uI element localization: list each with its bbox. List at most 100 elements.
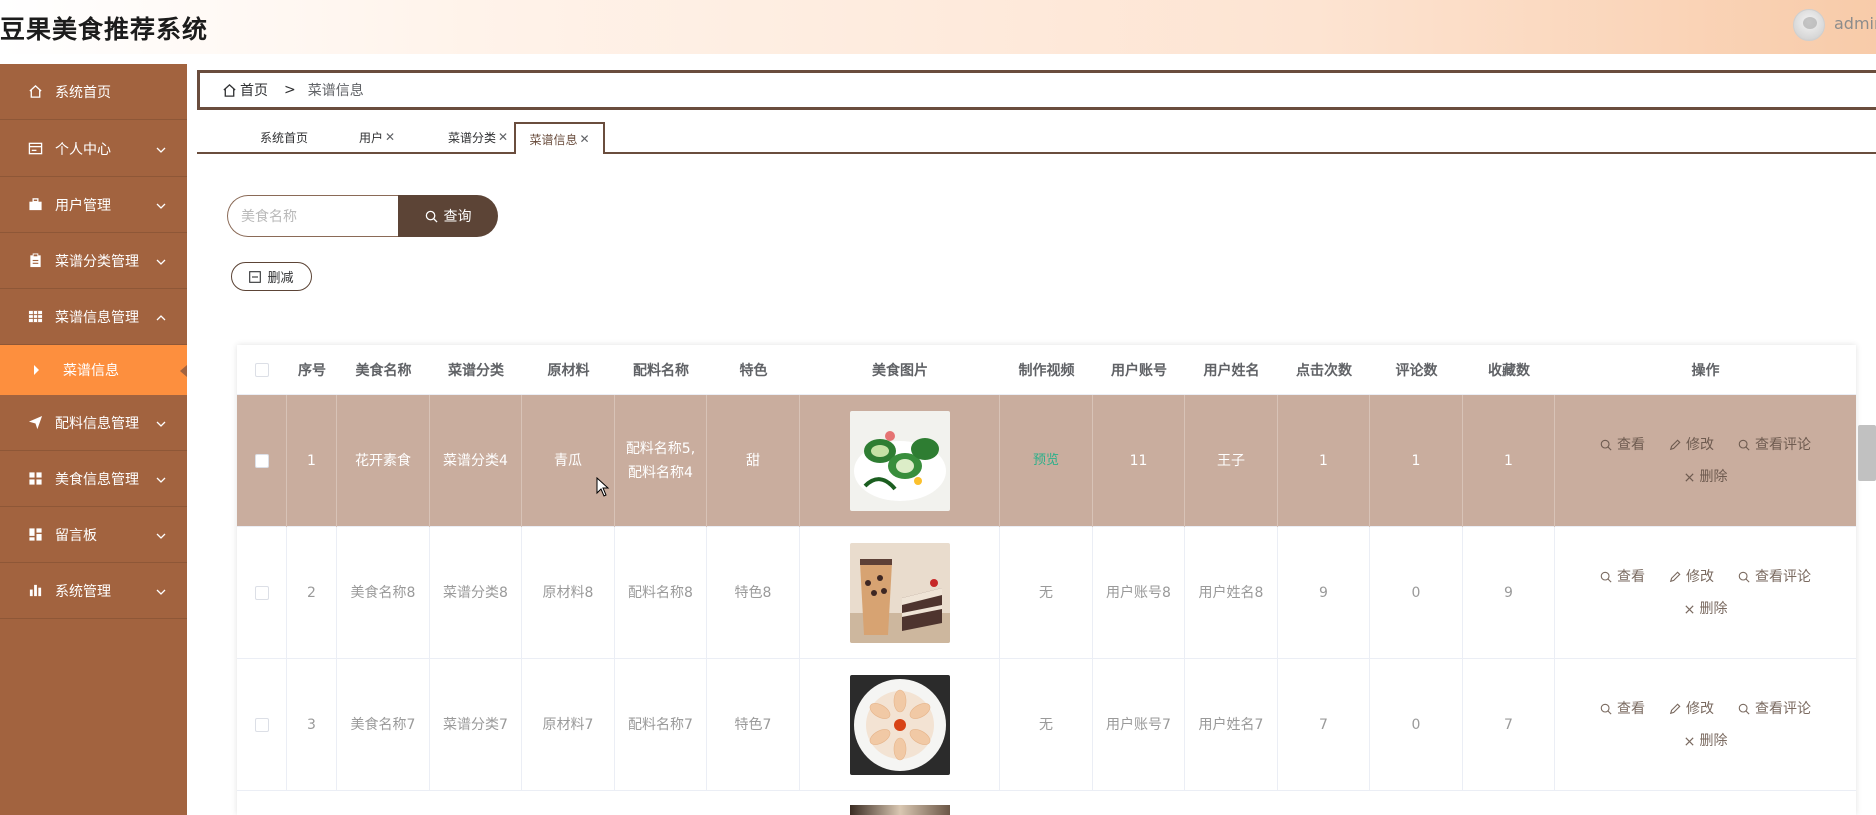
- view-comments-label: 查看评论: [1755, 569, 1811, 585]
- edit-button[interactable]: 修改: [1669, 697, 1714, 721]
- row-select-cell: [237, 527, 287, 659]
- video-preview-link[interactable]: 预览: [1033, 449, 1059, 473]
- active-indicator: [180, 365, 187, 377]
- sidebar-item-label: 美食信息管理: [55, 471, 139, 488]
- sidebar-item-food[interactable]: 美食信息管理: [0, 451, 187, 507]
- table-row[interactable]: 2 美食名称8 菜谱分类8 原材料8 配料名称8 特色8 无 用户账号8 用户姓…: [237, 527, 1856, 659]
- cell-clicks: 9: [1278, 527, 1370, 659]
- food-image[interactable]: [849, 543, 950, 643]
- sidebar-item-recipe-info[interactable]: 菜谱信息管理: [0, 289, 187, 345]
- minus-square-icon: [249, 270, 262, 283]
- tab-bar: 系统首页 用户 ✕ 菜谱分类 ✕ 菜谱信息 ✕: [197, 120, 1876, 154]
- chevron-down-icon: [156, 416, 166, 432]
- search-button[interactable]: 查询: [398, 195, 498, 237]
- delete-button[interactable]: 删除: [1684, 729, 1728, 753]
- sidebar-item-users[interactable]: 用户管理: [0, 177, 187, 233]
- sidebar-item-system[interactable]: 系统管理: [0, 563, 187, 619]
- sidebar-item-label: 系统首页: [55, 84, 111, 101]
- view-comments-label: 查看评论: [1755, 701, 1811, 717]
- food-image[interactable]: [849, 411, 950, 511]
- tab-users[interactable]: 用户 ✕: [345, 122, 409, 152]
- chevron-up-icon: [156, 310, 166, 326]
- search-icon: [1600, 703, 1612, 715]
- cell-category: 菜谱分类7: [430, 659, 522, 791]
- edit-icon: [1669, 439, 1681, 451]
- row-checkbox[interactable]: [254, 586, 269, 600]
- cell-actions: 查看 修改 查看评论 删除: [1555, 395, 1856, 527]
- row-checkbox[interactable]: [254, 718, 269, 732]
- cell-actions: 查看 修改 查看评论 删除: [1555, 527, 1856, 659]
- sidebar: 系统首页 个人中心 用户管理 菜谱分类管理 菜谱信息管理 菜谱信息 配料信息管理…: [0, 64, 187, 815]
- cell-ingredient: 青瓜: [522, 395, 615, 527]
- seasoning-line: 配料名称4: [628, 465, 693, 481]
- breadcrumb: 首页 > 菜谱信息: [197, 70, 1876, 110]
- sidebar-item-label: 用户管理: [55, 197, 111, 214]
- view-comments-button[interactable]: 查看评论: [1738, 697, 1811, 721]
- sidebar-item-messages[interactable]: 留言板: [0, 507, 187, 563]
- view-comments-button[interactable]: 查看评论: [1738, 565, 1811, 589]
- cell-comments: 1: [1370, 395, 1463, 527]
- view-comments-button[interactable]: 查看评论: [1738, 433, 1811, 457]
- tab-home[interactable]: 系统首页: [247, 122, 321, 152]
- close-icon[interactable]: ✕: [498, 130, 508, 144]
- cell-image: [800, 395, 1000, 527]
- batch-delete-button[interactable]: 删减: [231, 262, 312, 291]
- card-icon: [27, 141, 43, 157]
- cell-image: [800, 527, 1000, 659]
- view-label: 查看: [1617, 701, 1645, 717]
- column-header: 制作视频: [1018, 363, 1075, 379]
- scrollbar-thumb[interactable]: [1858, 425, 1876, 481]
- search-input[interactable]: 美食名称: [227, 195, 398, 237]
- cell-clicks: 1: [1278, 395, 1370, 527]
- breadcrumb-home[interactable]: 首页: [240, 80, 268, 100]
- cell-index: 3: [287, 659, 337, 791]
- column-header: 用户账号: [1111, 363, 1167, 379]
- chevron-down-icon: [156, 142, 166, 158]
- breadcrumb-current: 菜谱信息: [307, 83, 364, 99]
- view-button[interactable]: 查看: [1600, 433, 1645, 457]
- column-header: 原材料: [547, 363, 590, 379]
- username[interactable]: admin: [1834, 14, 1876, 33]
- search-icon: [1600, 439, 1612, 451]
- select-all-checkbox[interactable]: [255, 363, 269, 377]
- breadcrumb-separator: >: [284, 82, 296, 98]
- edit-button[interactable]: 修改: [1669, 565, 1714, 589]
- mouse-cursor-icon: [596, 476, 610, 501]
- cell-feature: 特色8: [707, 527, 800, 659]
- tab-recipe-info[interactable]: 菜谱信息 ✕: [514, 122, 605, 154]
- send-icon: [27, 415, 43, 431]
- edit-button[interactable]: 修改: [1669, 433, 1714, 457]
- tab-recipe-category[interactable]: 菜谱分类 ✕: [430, 122, 526, 152]
- avatar[interactable]: [1793, 9, 1825, 41]
- sidebar-item-recipe-category[interactable]: 菜谱分类管理: [0, 233, 187, 289]
- edit-label: 修改: [1686, 701, 1714, 717]
- table-row[interactable]: 3 美食名称7 菜谱分类7 原材料7 配料名称7 特色7 无 用户账号7 用户姓…: [237, 659, 1856, 791]
- dashboard-icon: [27, 527, 43, 543]
- edit-label: 修改: [1686, 569, 1714, 585]
- close-icon[interactable]: ✕: [385, 130, 395, 144]
- table-row[interactable]: 1 花开素食 菜谱分类4 青瓜 配料名称5, 配料名称4 甜 预览 11 王子 …: [237, 395, 1856, 527]
- column-header: 美食名称: [355, 363, 412, 379]
- tab-label: 菜谱信息: [529, 132, 578, 147]
- cell-feature: 甜: [707, 395, 800, 527]
- view-button[interactable]: 查看: [1600, 697, 1645, 721]
- home-icon[interactable]: [222, 83, 237, 98]
- cell-index: 2: [287, 527, 337, 659]
- row-checkbox[interactable]: [254, 454, 269, 468]
- cell-food-name: 花开素食: [337, 395, 430, 527]
- sidebar-item-home[interactable]: 系统首页: [0, 64, 187, 120]
- column-header: 美食图片: [872, 363, 928, 379]
- sidebar-subitem-recipe-info[interactable]: 菜谱信息: [0, 345, 187, 395]
- sidebar-item-seasoning[interactable]: 配料信息管理: [0, 395, 187, 451]
- delete-button[interactable]: 删除: [1684, 597, 1728, 621]
- column-header: 操作: [1691, 363, 1720, 379]
- food-image[interactable]: [849, 675, 950, 775]
- sidebar-item-profile[interactable]: 个人中心: [0, 121, 187, 177]
- close-icon[interactable]: ✕: [579, 132, 589, 146]
- sidebar-subitem-label: 菜谱信息: [63, 363, 119, 379]
- cell-account: 11: [1093, 395, 1185, 527]
- cell-food-name: 美食名称8: [337, 527, 430, 659]
- view-button[interactable]: 查看: [1600, 565, 1645, 589]
- delete-button[interactable]: 删除: [1684, 465, 1728, 489]
- sidebar-item-label: 菜谱信息管理: [55, 309, 139, 326]
